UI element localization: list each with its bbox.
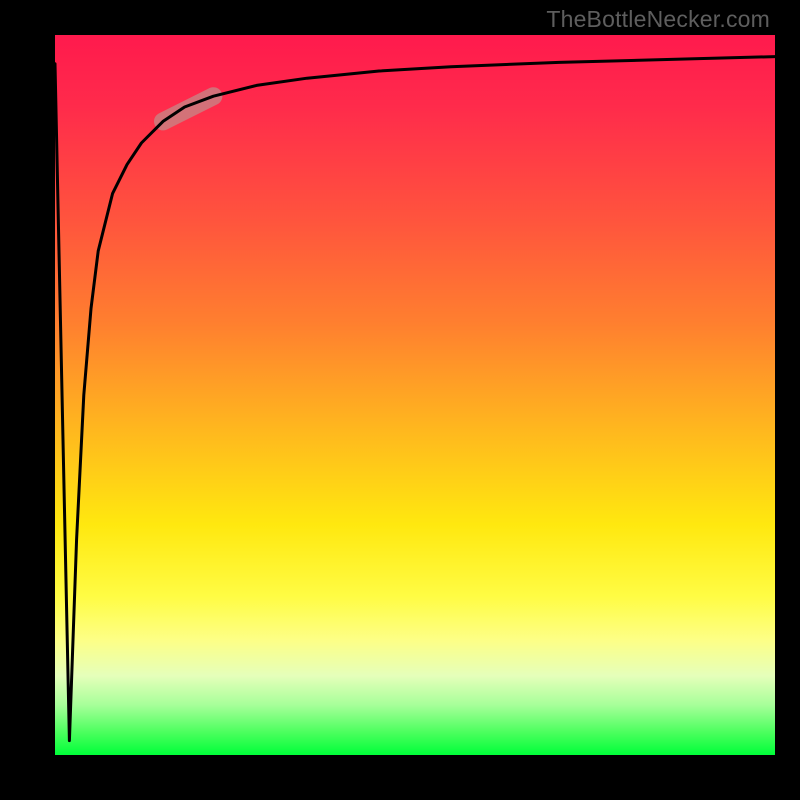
curve-layer	[55, 35, 775, 755]
watermark-label: TheBottleNecker.com	[546, 6, 770, 33]
plot-area	[55, 35, 775, 755]
chart-container: TheBottleNecker.com	[0, 0, 800, 800]
curve-path	[55, 57, 775, 741]
